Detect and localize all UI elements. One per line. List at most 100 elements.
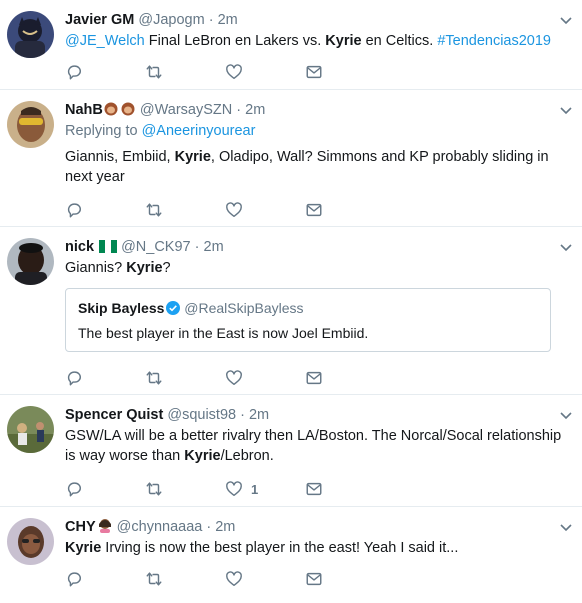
chevron-down-icon[interactable] — [558, 239, 574, 255]
quoted-author-handle: @RealSkipBayless — [184, 300, 304, 316]
tweet[interactable]: Javier GM @Japogm · 2m @JE_Welch Final L… — [0, 0, 582, 90]
heart-icon — [225, 369, 243, 387]
author-name[interactable]: Spencer Quist — [65, 407, 163, 423]
author-handle[interactable]: @N_CK97 — [121, 239, 191, 255]
envelope-icon — [305, 369, 323, 387]
author-handle[interactable]: @Japogm — [138, 12, 204, 28]
tweet-text: Giannis? Kyrie? — [65, 258, 568, 278]
reply-icon — [65, 369, 83, 387]
author-name[interactable]: CHY — [65, 519, 96, 535]
separator-dot: · — [194, 239, 200, 255]
reply-icon — [65, 63, 83, 81]
avatar[interactable] — [7, 11, 54, 58]
hashtag-link[interactable]: #Tendencias2019 — [437, 33, 551, 49]
author-name[interactable]: NahB — [65, 102, 103, 118]
avatar-image — [7, 406, 54, 453]
reply-icon — [65, 201, 83, 219]
author-name[interactable]: Javier GM — [65, 12, 134, 28]
timestamp[interactable]: 2m — [204, 239, 224, 255]
timestamp[interactable]: 2m — [218, 12, 238, 28]
timestamp[interactable]: 2m — [249, 407, 269, 423]
author-handle[interactable]: @WarsaySZN — [140, 102, 232, 118]
dm-button[interactable] — [305, 569, 323, 589]
quoted-tweet-text: The best player in the East is now Joel … — [78, 325, 369, 341]
see-no-evil-monkey-icon — [104, 102, 135, 116]
tweet[interactable]: CHY @chynnaaaa · 2m Kyrie Irving is now … — [0, 507, 582, 603]
retweet-button[interactable] — [145, 200, 163, 220]
reply-button[interactable] — [65, 479, 83, 499]
envelope-icon — [305, 480, 323, 498]
reply-icon — [65, 570, 83, 588]
author-handle[interactable]: @chynnaaaa — [117, 519, 203, 535]
tweet-header: CHY @chynnaaaa · 2m — [65, 518, 568, 536]
retweet-icon — [145, 369, 163, 387]
quoted-tweet-header: Skip Bayless @RealSkipBayless — [78, 299, 538, 317]
chevron-down-icon[interactable] — [558, 407, 574, 423]
reply-mention-link[interactable]: @Aneerinyourear — [142, 123, 256, 139]
tweet[interactable]: Spencer Quist @squist98 · 2m GSW/LA will… — [0, 395, 582, 507]
chevron-down-icon[interactable] — [558, 12, 574, 28]
nigeria-flag-icon — [99, 240, 118, 253]
like-button[interactable] — [225, 62, 243, 82]
timestamp[interactable]: 2m — [215, 519, 235, 535]
tweet-header: Spencer Quist @squist98 · 2m — [65, 406, 568, 424]
chevron-down-icon[interactable] — [558, 519, 574, 535]
quoted-tweet[interactable]: Skip Bayless @RealSkipBayless The best p… — [65, 288, 551, 352]
text-segment: en Celtics. — [361, 33, 438, 49]
dm-button[interactable] — [305, 200, 323, 220]
tweet-text: GSW/LA will be a better rivalry then LA/… — [65, 426, 568, 466]
reply-button[interactable] — [65, 200, 83, 220]
tweet-text: Giannis, Embiid, Kyrie, Oladipo, Wall? S… — [65, 147, 568, 187]
retweet-button[interactable] — [145, 479, 163, 499]
tweet-content: Spencer Quist @squist98 · 2m GSW/LA will… — [65, 406, 568, 466]
tweet-content: Javier GM @Japogm · 2m @JE_Welch Final L… — [65, 11, 568, 51]
avatar[interactable] — [7, 238, 54, 285]
retweet-icon — [145, 63, 163, 81]
author-name[interactable]: nick — [65, 239, 94, 255]
tweet-text: @JE_Welch Final LeBron en Lakers vs. Kyr… — [65, 31, 568, 51]
like-button[interactable]: 1 — [225, 479, 258, 499]
like-button[interactable] — [225, 569, 243, 589]
retweet-button[interactable] — [145, 368, 163, 388]
mention-link[interactable]: @JE_Welch — [65, 33, 145, 49]
reply-icon — [65, 480, 83, 498]
avatar[interactable] — [7, 518, 54, 565]
reply-button[interactable] — [65, 368, 83, 388]
tweet[interactable]: NahB @WarsaySZN · 2m Replying to @Aneeri… — [0, 90, 582, 227]
woman-emoji-icon — [98, 519, 111, 533]
text-segment: Giannis, Embiid, — [65, 149, 175, 165]
timestamp[interactable]: 2m — [245, 102, 265, 118]
author-handle[interactable]: @squist98 — [167, 407, 236, 423]
text-segment: GSW/LA will be a better rivalry then LA/… — [65, 428, 562, 464]
tweet-content: CHY @chynnaaaa · 2m Kyrie Irving is now … — [65, 518, 568, 558]
heart-icon — [225, 201, 243, 219]
highlighted-keyword: Kyrie — [126, 260, 163, 276]
avatar[interactable] — [7, 406, 54, 453]
retweet-button[interactable] — [145, 569, 163, 589]
replying-to: Replying to @Aneerinyourear — [65, 121, 568, 141]
dm-button[interactable] — [305, 368, 323, 388]
heart-icon — [225, 63, 243, 81]
envelope-icon — [305, 63, 323, 81]
dm-button[interactable] — [305, 479, 323, 499]
reply-button[interactable] — [65, 62, 83, 82]
envelope-icon — [305, 201, 323, 219]
quoted-author-name: Skip Bayless — [78, 300, 165, 316]
avatar-image — [7, 518, 54, 565]
text-segment: Irving is now the best player in the eas… — [101, 540, 459, 556]
avatar-image — [7, 101, 54, 148]
like-button[interactable] — [225, 368, 243, 388]
heart-icon — [225, 570, 243, 588]
dm-button[interactable] — [305, 62, 323, 82]
heart-icon — [225, 480, 243, 498]
like-button[interactable] — [225, 200, 243, 220]
retweet-button[interactable] — [145, 62, 163, 82]
retweet-icon — [145, 570, 163, 588]
tweet[interactable]: nick @N_CK97 · 2m Giannis? Kyrie? Skip B… — [0, 227, 582, 395]
highlighted-keyword: Kyrie — [325, 33, 362, 49]
reply-button[interactable] — [65, 569, 83, 589]
highlighted-keyword: Kyrie — [174, 149, 211, 165]
avatar[interactable] — [7, 101, 54, 148]
tweet-header: nick @N_CK97 · 2m — [65, 238, 568, 256]
chevron-down-icon[interactable] — [558, 102, 574, 118]
